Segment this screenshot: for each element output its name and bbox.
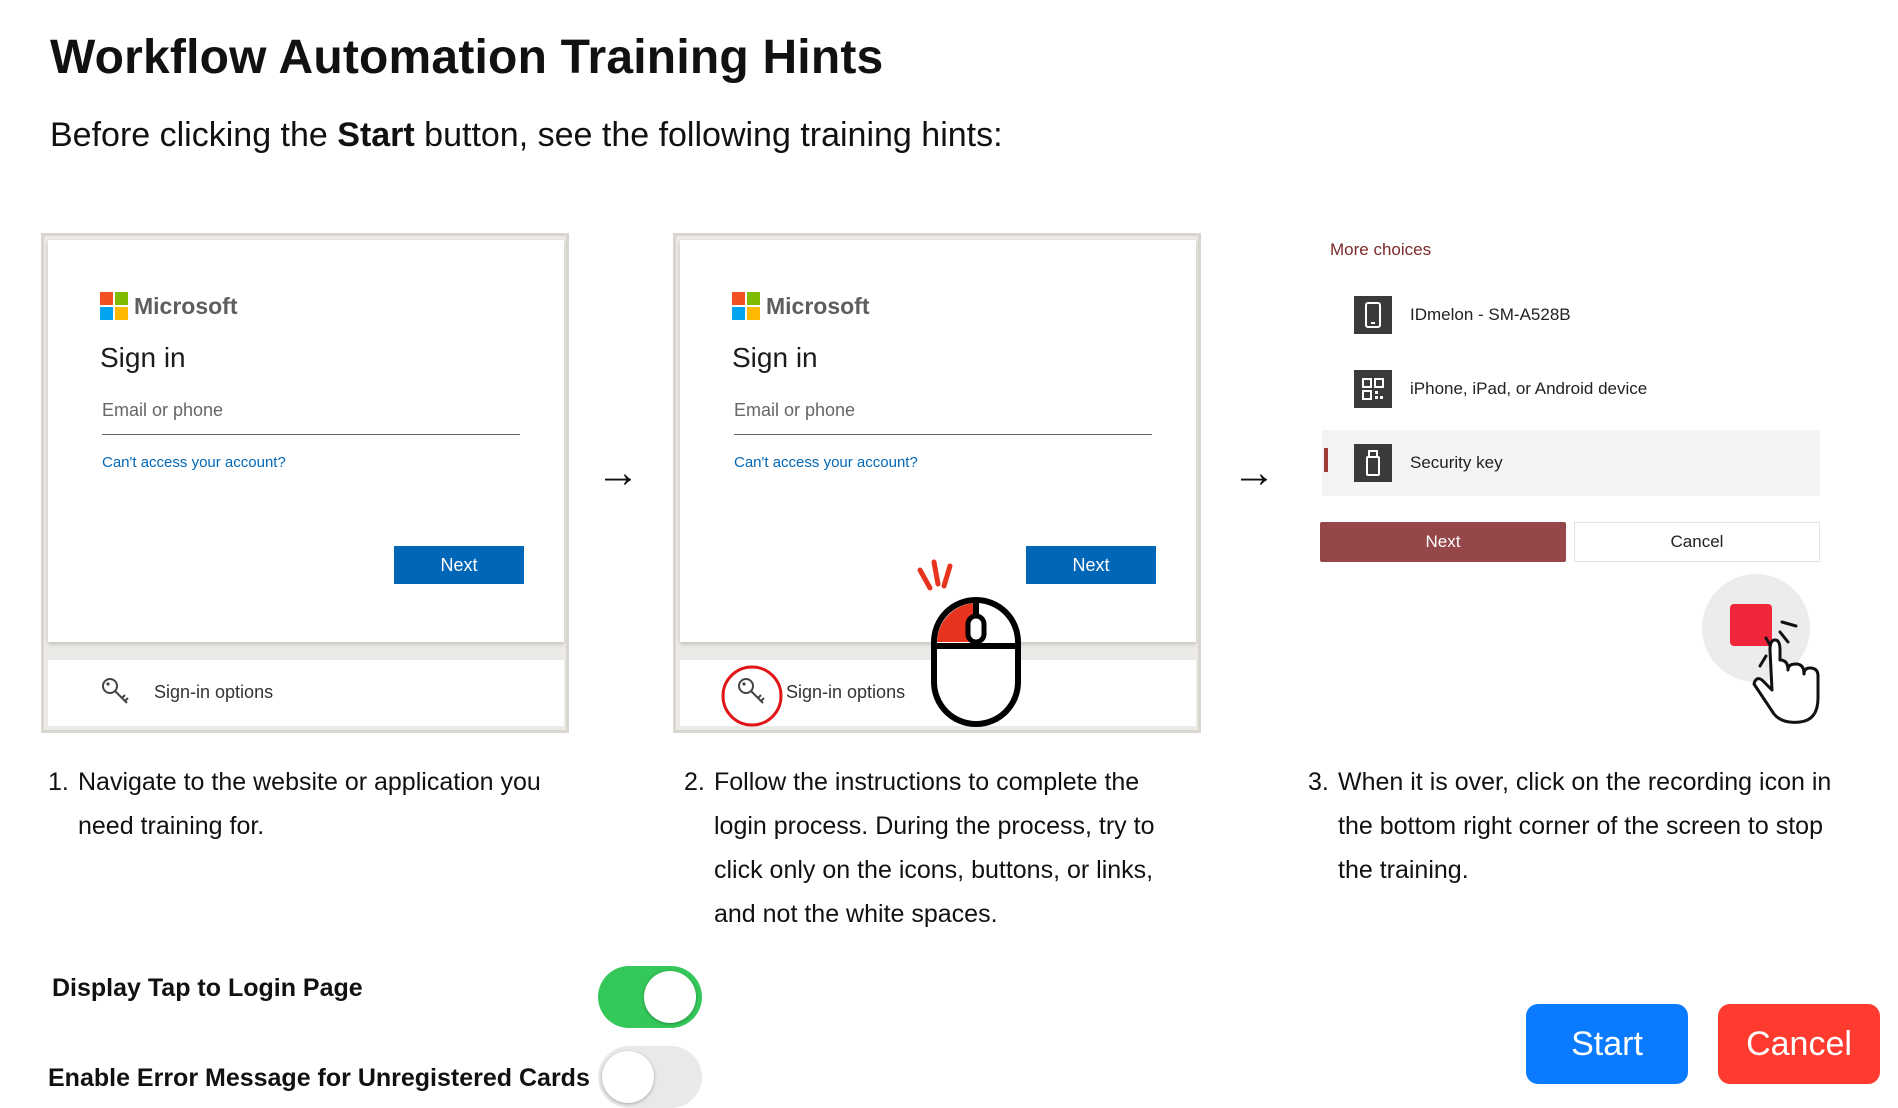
- usb-key-icon: [1354, 444, 1392, 482]
- key-icon: [738, 678, 765, 704]
- step-text: Follow the instructions to complete the: [714, 768, 1140, 796]
- signin-heading: Sign in: [100, 342, 186, 373]
- choice-row-security-key: Security key: [1322, 430, 1820, 496]
- page-title: Workflow Automation Training Hints: [50, 31, 884, 84]
- step-text: the training.: [1338, 856, 1469, 884]
- choice-label: Security key: [1410, 453, 1503, 472]
- signin-next-button: Next: [1026, 546, 1156, 584]
- qr-code-icon: [1354, 370, 1392, 408]
- display-tap-label: Display Tap to Login Page: [52, 974, 363, 1002]
- microsoft-brand-text: Microsoft: [766, 292, 870, 319]
- signin-heading: Sign in: [732, 342, 818, 373]
- subtitle-start-word: Start: [337, 116, 415, 154]
- step-number: 2.: [684, 768, 705, 796]
- selection-indicator: [1324, 448, 1328, 472]
- email-field: Email or phone: [734, 400, 1152, 435]
- start-button[interactable]: Start: [1526, 1004, 1688, 1084]
- signin-next-button: Next: [394, 546, 524, 584]
- signin-options-label: Sign-in options: [154, 682, 274, 702]
- signin-options-label: Sign-in options: [786, 682, 906, 702]
- subtitle-text-after: button, see the following training hints…: [414, 116, 1003, 154]
- hint-image-signin: Microsoft Sign in Email or phone Can't a…: [41, 233, 569, 733]
- step-number: 3.: [1308, 768, 1329, 796]
- hint-image-signin-click: Microsoft Sign in Email or phone Can't a…: [673, 233, 1201, 733]
- error-message-label: Enable Error Message for Unregistered Ca…: [48, 1064, 590, 1092]
- step-text: need training for.: [78, 812, 265, 840]
- arrow-right-icon: →: [1232, 448, 1276, 497]
- arrow-right-icon: →: [596, 448, 640, 497]
- more-choices-cancel-button: Cancel: [1574, 522, 1820, 562]
- cant-access-link: Can't access your account?: [102, 454, 286, 471]
- error-message-toggle[interactable]: [598, 1046, 702, 1108]
- signin-panel: Microsoft Sign in Email or phone Can't a…: [48, 240, 564, 642]
- step-3: 3. When it is over, click on the recordi…: [1308, 760, 1888, 896]
- page-subtitle: Before clicking the Start button, see th…: [50, 116, 1003, 155]
- microsoft-logo: Microsoft: [100, 292, 238, 320]
- step-number: 1.: [48, 768, 69, 796]
- microsoft-brand-text: Microsoft: [134, 292, 238, 319]
- toggle-knob: [644, 971, 696, 1023]
- microsoft-logo-icon: [100, 292, 128, 320]
- step-2: 2. Follow the instructions to complete t…: [684, 760, 1244, 940]
- step-1: 1. Navigate to the website or applicatio…: [48, 760, 608, 850]
- toggle-knob: [602, 1051, 654, 1103]
- microsoft-logo-icon: [732, 292, 760, 320]
- email-field: Email or phone: [102, 400, 520, 435]
- step-text: the bottom right corner of the screen to…: [1338, 812, 1823, 840]
- more-choices-next-button: Next: [1320, 522, 1566, 562]
- choice-row-idmelon: IDmelon - SM-A528B: [1322, 282, 1812, 348]
- step-text: click only on the icons, buttons, or lin…: [714, 856, 1154, 884]
- step-text: and not the white spaces.: [714, 900, 998, 928]
- choice-row-device: iPhone, iPad, or Android device: [1322, 356, 1812, 422]
- phone-icon: [1354, 296, 1392, 334]
- key-icon: [102, 678, 129, 704]
- display-tap-toggle[interactable]: [598, 966, 702, 1028]
- cancel-button[interactable]: Cancel: [1718, 1004, 1880, 1084]
- record-stop-click-icon: [1702, 574, 1820, 724]
- microsoft-logo: Microsoft: [732, 292, 870, 320]
- step-text: login process. During the process, try t…: [714, 812, 1155, 840]
- mouse-click-icon: [917, 559, 1021, 727]
- step-text: Navigate to the website or application y…: [78, 768, 541, 796]
- choice-label: IDmelon - SM-A528B: [1410, 305, 1571, 324]
- step-text: When it is over, click on the recording …: [1338, 768, 1832, 796]
- subtitle-text-before: Before clicking the: [50, 116, 338, 154]
- choice-label: iPhone, iPad, or Android device: [1410, 379, 1648, 398]
- more-choices-title: More choices: [1330, 240, 1432, 259]
- cant-access-link: Can't access your account?: [734, 454, 918, 471]
